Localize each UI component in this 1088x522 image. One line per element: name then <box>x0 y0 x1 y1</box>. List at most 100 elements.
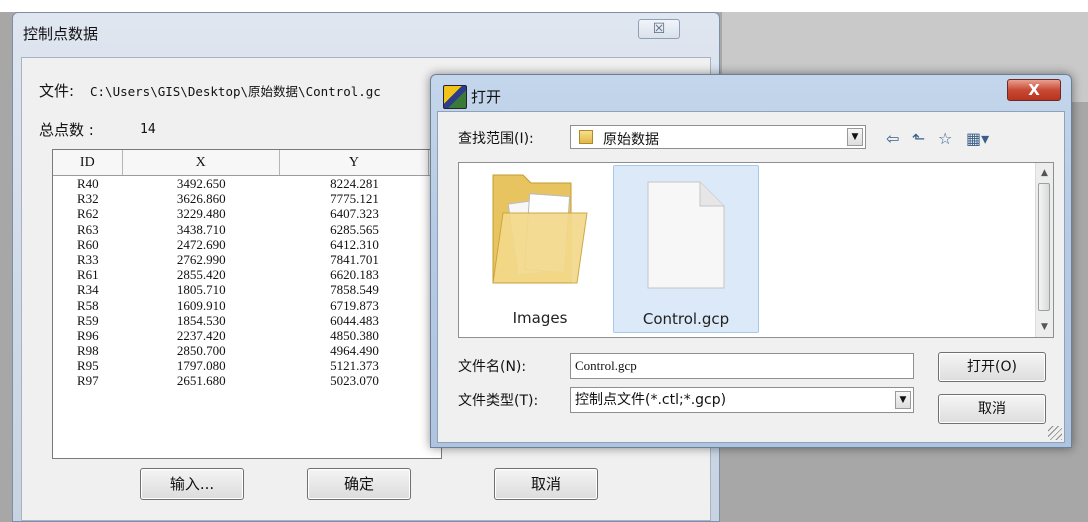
file-item-control-gcp[interactable]: Control.gcp <box>613 165 759 333</box>
cell-y: 7841.701 <box>330 251 379 267</box>
look-in-label: 查找范围(I): <box>458 131 534 147</box>
file-label: 文件: <box>39 82 75 100</box>
cell-x: 3626.860 <box>176 191 226 207</box>
filename-input[interactable]: Control.gcp <box>570 353 914 379</box>
cell-y: 7858.549 <box>330 282 379 298</box>
table-row[interactable]: R32 3626.860 7775.121 <box>53 191 441 206</box>
cell-x: 2762.990 <box>176 251 226 267</box>
dialog-body: 查找范围(I): 原始数据 ▼ ⇦ ⬑ ☆ ▦▾ Images Control.… <box>437 111 1065 443</box>
cell-id: R32 <box>76 191 99 207</box>
table-row[interactable]: R33 2762.990 7841.701 <box>53 252 441 267</box>
cell-id: R95 <box>76 358 99 374</box>
table-row[interactable]: R98 2850.700 4964.490 <box>53 343 441 358</box>
cell-id: R34 <box>76 282 99 298</box>
cell-x: 2237.420 <box>176 327 226 343</box>
table-row[interactable]: R97 2651.680 5023.070 <box>53 373 441 388</box>
cancel-button[interactable]: 取消 <box>494 468 598 500</box>
cell-x: 2472.690 <box>176 236 226 252</box>
vertical-scrollbar[interactable]: ▲ ▼ <box>1035 163 1053 337</box>
column-header-y[interactable]: Y <box>280 150 430 175</box>
cell-x: 3438.710 <box>176 221 226 237</box>
table-row[interactable]: R63 3438.710 6285.565 <box>53 222 441 237</box>
cell-y: 8224.281 <box>330 176 379 191</box>
cell-id: R59 <box>76 312 99 328</box>
filename-label: 文件名(N): <box>458 359 527 375</box>
cell-x: 1797.080 <box>176 358 226 374</box>
table-row[interactable]: R96 2237.420 4850.380 <box>53 328 441 343</box>
chevron-down-icon[interactable]: ▼ <box>847 128 863 146</box>
cell-x: 1854.530 <box>176 312 226 328</box>
close-button[interactable]: X <box>1007 79 1061 101</box>
back-arrow-icon[interactable]: ⇦ <box>886 129 899 148</box>
table-row[interactable]: R60 2472.690 6412.310 <box>53 237 441 252</box>
total-points-value: 14 <box>140 122 156 137</box>
cell-y: 6719.873 <box>330 297 379 313</box>
cell-y: 6044.483 <box>330 312 379 328</box>
view-menu-icon[interactable]: ▦▾ <box>966 129 989 148</box>
table-row[interactable]: R40 3492.650 8224.281 <box>53 176 441 191</box>
cell-id: R97 <box>76 373 99 389</box>
dialog-title: 打开 <box>471 88 502 106</box>
table-row[interactable]: R58 1609.910 6719.873 <box>53 298 441 313</box>
cell-id: R62 <box>76 206 99 222</box>
cell-x: 1609.910 <box>176 297 226 313</box>
close-button[interactable]: ☒ <box>638 19 680 39</box>
dialog-title: 控制点数据 <box>23 25 99 43</box>
look-in-value: 原始数据 <box>603 132 659 148</box>
control-point-table[interactable]: ID X Y R40 3492.650 8224.281 R32 3626.860 777… <box>52 149 442 459</box>
cell-y: 6285.565 <box>330 221 379 237</box>
cell-x: 2651.680 <box>176 373 226 389</box>
total-points-label: 总点数 : <box>39 121 94 139</box>
folder-icon <box>492 174 588 284</box>
cell-y: 7775.121 <box>330 191 379 207</box>
cell-y: 6412.310 <box>330 236 379 252</box>
open-file-dialog: 打开 X 查找范围(I): 原始数据 ▼ ⇦ ⬑ ☆ ▦▾ Images Con… <box>430 74 1072 448</box>
column-header-id[interactable]: ID <box>53 150 123 175</box>
table-row[interactable]: R59 1854.530 6044.483 <box>53 313 441 328</box>
desktop-strip <box>0 0 1088 12</box>
table-header: ID X Y <box>53 150 441 176</box>
table-row[interactable]: R62 3229.480 6407.323 <box>53 206 441 221</box>
cell-id: R98 <box>76 343 99 359</box>
cell-id: R96 <box>76 327 99 343</box>
cell-id: R33 <box>76 251 99 267</box>
input-button[interactable]: 输入... <box>140 468 244 500</box>
cell-x: 2850.700 <box>176 343 226 359</box>
table-row[interactable]: R61 2855.420 6620.183 <box>53 267 441 282</box>
cell-y: 4850.380 <box>330 327 379 343</box>
cell-x: 3229.480 <box>176 206 226 222</box>
resize-grip-icon[interactable] <box>1048 426 1062 440</box>
cell-y: 5023.070 <box>330 373 379 389</box>
new-folder-icon[interactable]: ☆ <box>938 129 952 148</box>
file-path-value: C:\Users\GIS\Desktop\原始数据\Control.gc <box>90 84 381 99</box>
cell-y: 6407.323 <box>330 206 379 222</box>
scroll-thumb[interactable] <box>1038 183 1050 311</box>
table-row[interactable]: R34 1805.710 7858.549 <box>53 282 441 297</box>
column-header-x[interactable]: X <box>123 150 280 175</box>
cell-id: R58 <box>76 297 99 313</box>
table-body: R40 3492.650 8224.281 R32 3626.860 7775.121 R6… <box>53 176 441 389</box>
app-icon <box>443 85 467 109</box>
up-folder-icon[interactable]: ⬑ <box>912 129 925 148</box>
cell-y: 6620.183 <box>330 267 379 283</box>
cell-x: 1805.710 <box>176 282 226 298</box>
cell-id: R60 <box>76 236 99 252</box>
file-list[interactable]: Images Control.gcp ▲ ▼ <box>458 162 1054 338</box>
cell-id: R63 <box>76 221 99 237</box>
cell-y: 4964.490 <box>330 343 379 359</box>
scroll-down-icon[interactable]: ▼ <box>1036 319 1053 335</box>
ok-button[interactable]: 确定 <box>307 468 411 500</box>
filetype-select[interactable]: 控制点文件(*.ctl;*.gcp) ▼ <box>570 387 914 413</box>
file-item-label: Images <box>512 309 568 327</box>
folder-icon <box>579 130 593 144</box>
look-in-combo[interactable]: 原始数据 ▼ <box>570 125 866 149</box>
cell-y: 5121.373 <box>330 358 379 374</box>
open-button[interactable]: 打开(O) <box>938 352 1046 382</box>
scroll-up-icon[interactable]: ▲ <box>1036 165 1053 181</box>
chevron-down-icon[interactable]: ▼ <box>895 391 911 409</box>
cell-x: 3492.650 <box>176 176 226 191</box>
table-row[interactable]: R95 1797.080 5121.373 <box>53 358 441 373</box>
cell-id: R61 <box>76 267 99 283</box>
file-item-images[interactable]: Images <box>467 163 613 331</box>
cancel-button[interactable]: 取消 <box>938 394 1046 424</box>
